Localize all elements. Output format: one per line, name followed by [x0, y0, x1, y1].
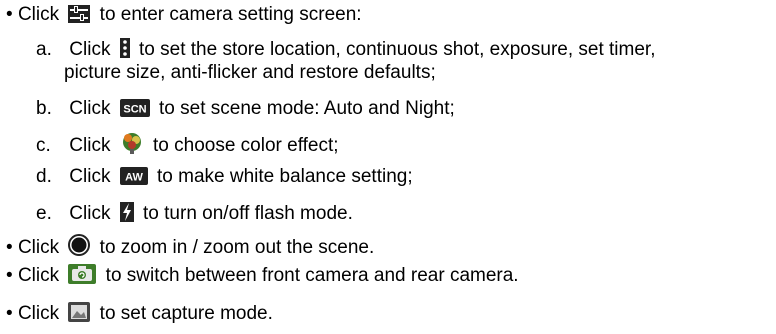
bullet-marker: •	[6, 303, 13, 324]
click-word: Click	[17, 303, 60, 324]
instruction-text: to zoom in / zoom out the scene.	[99, 237, 375, 258]
instruction-item-white-balance: d. Click AW to make white balance settin…	[36, 166, 413, 188]
click-word: Click	[17, 265, 60, 286]
zoom-icon	[68, 234, 91, 256]
capture-mode-icon	[68, 302, 91, 322]
list-marker: e.	[36, 203, 52, 224]
camera-settings-icon	[68, 5, 91, 23]
svg-text:AW: AW	[125, 172, 143, 184]
click-word: Click	[69, 166, 111, 187]
list-marker: b.	[36, 98, 52, 119]
instruction-text: to turn on/off flash mode.	[143, 203, 353, 224]
scene-mode-icon: SCN	[119, 99, 150, 117]
instruction-text: to set capture mode.	[99, 303, 273, 324]
instruction-item-color-effect: c. Click to choose color effect;	[36, 132, 339, 157]
instruction-item-capture-mode: • Click to set capture mode.	[6, 302, 273, 325]
instruction-item-scene-mode: b. Click SCN to set scene mode: Auto and…	[36, 98, 455, 120]
instruction-item-switch-camera: • Click to switch between front camera a…	[6, 264, 519, 287]
switch-camera-icon	[68, 264, 97, 284]
flash-icon	[119, 202, 134, 222]
click-word: Click	[69, 98, 111, 119]
instruction-text: to make white balance setting;	[157, 166, 413, 187]
click-word: Click	[17, 237, 60, 258]
bullet-marker: •	[6, 265, 13, 286]
instruction-text: to switch between front camera and rear …	[105, 265, 519, 286]
instruction-item-flash: e. Click to turn on/off flash mode.	[36, 202, 353, 225]
instruction-text: to enter camera setting screen:	[99, 4, 362, 25]
instruction-continuation: picture size, anti-flicker and restore d…	[64, 62, 436, 83]
instruction-text: to set the store location, continuous sh…	[139, 39, 656, 60]
color-effect-icon	[120, 132, 144, 154]
white-balance-icon: AW	[119, 167, 148, 185]
click-word: Click	[69, 135, 111, 156]
instruction-item-zoom: • Click to zoom in / zoom out the scene.	[6, 234, 374, 259]
instruction-item-more-options: a. Click to set the store location, cont…	[36, 38, 655, 61]
click-word: Click	[17, 4, 60, 25]
svg-text:SCN: SCN	[123, 104, 146, 116]
instruction-text: to set scene mode: Auto and Night;	[159, 98, 455, 119]
instruction-item-camera-settings: • Click to enter camera setting screen:	[6, 4, 362, 26]
list-marker: a.	[36, 39, 52, 60]
click-word: Click	[69, 39, 111, 60]
list-marker: c.	[36, 135, 51, 156]
click-word: Click	[69, 203, 111, 224]
bullet-marker: •	[6, 237, 13, 258]
more-options-icon	[119, 38, 130, 58]
list-marker: d.	[36, 166, 52, 187]
bullet-marker: •	[6, 4, 13, 25]
instruction-text: to choose color effect;	[153, 135, 339, 156]
